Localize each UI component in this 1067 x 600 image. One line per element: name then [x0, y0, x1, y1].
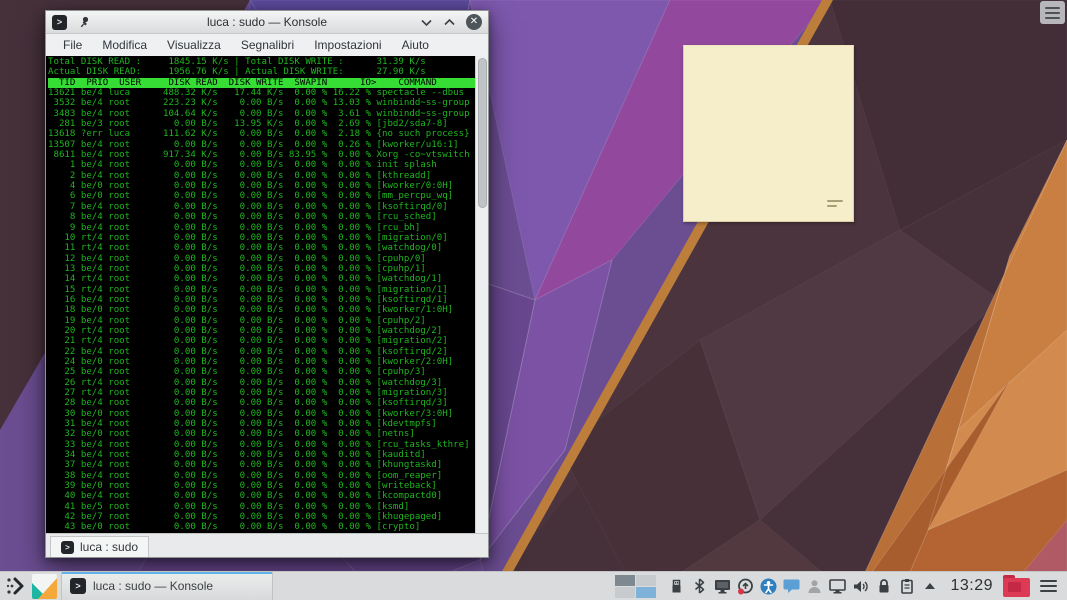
- terminal-process-row: 15 rt/4 root 0.00 B/s 0.00 B/s 0.00 % 0.…: [48, 284, 448, 295]
- terminal-process-row: 22 be/4 root 0.00 B/s 0.00 B/s 0.00 % 0.…: [48, 346, 448, 357]
- terminal-process-row: 13618 ?err luca 111.62 K/s 0.00 B/s 0.00…: [48, 129, 470, 140]
- user-idle-icon[interactable]: [806, 578, 823, 595]
- maximize-chevron-icon[interactable]: [443, 18, 456, 27]
- panel: > luca : sudo — Konsole 13:29: [0, 571, 1067, 600]
- terminal-process-row: 18 be/0 root 0.00 B/s 0.00 B/s 0.00 % 0.…: [48, 305, 454, 316]
- terminal-area[interactable]: Total DISK READ : 1845.15 K/s | Total DI…: [46, 56, 488, 533]
- sticky-note-widget[interactable]: [683, 45, 854, 222]
- terminal-header-line: TID PRIO USER DISK READ DISK WRITE SWAPI…: [48, 77, 475, 89]
- red-folder-icon[interactable]: [1003, 575, 1030, 597]
- terminal-process-row: 8 be/4 root 0.00 B/s 0.00 B/s 0.00 % 0.0…: [48, 212, 437, 223]
- terminal-summary-line: Total DISK READ : 1845.15 K/s | Total DI…: [48, 57, 426, 67]
- terminal-process-row: 16 be/4 root 0.00 B/s 0.00 B/s 0.00 % 0.…: [48, 294, 448, 305]
- terminal-process-row: 42 be/7 root 0.00 B/s 0.00 B/s 0.00 % 0.…: [48, 512, 443, 523]
- desktop-toolbox-icon[interactable]: [1040, 1, 1065, 24]
- terminal-process-row: 32 be/0 root 0.00 B/s 0.00 B/s 0.00 % 0.…: [48, 429, 415, 440]
- terminal-summary-line: Actual DISK READ: 1956.76 K/s | Actual D…: [48, 67, 426, 78]
- scrollbar-thumb[interactable]: [478, 58, 487, 208]
- task-konsole-icon: >: [70, 578, 86, 594]
- tab-luca-sudo[interactable]: > luca : sudo: [50, 536, 150, 557]
- menubar: File Modifica Visualizza Segnalibri Impo…: [46, 34, 488, 56]
- tab-label: luca : sudo: [80, 540, 139, 554]
- terminal-process-row: 1 be/4 root 0.00 B/s 0.00 B/s 0.00 % 0.0…: [48, 160, 437, 171]
- terminal-scrollbar[interactable]: [475, 56, 488, 533]
- volume-icon[interactable]: [852, 578, 869, 595]
- terminal-process-row: 21 rt/4 root 0.00 B/s 0.00 B/s 0.00 % 0.…: [48, 336, 448, 347]
- terminal-process-row: 13621 be/4 luca 488.32 K/s 17.44 K/s 0.0…: [48, 88, 465, 99]
- menu-modifica[interactable]: Modifica: [93, 36, 156, 54]
- terminal-process-row: 11 rt/4 root 0.00 B/s 0.00 B/s 0.00 % 0.…: [48, 243, 443, 254]
- terminal-process-row: 3483 be/4 root 104.64 K/s 0.00 B/s 0.00 …: [48, 108, 470, 119]
- panel-menu-icon[interactable]: [1040, 577, 1057, 595]
- update-notifier-icon[interactable]: [737, 578, 754, 595]
- terminal-process-row: 3532 be/4 root 223.23 K/s 0.00 B/s 0.00 …: [48, 98, 470, 109]
- clipboard-icon[interactable]: [898, 578, 915, 595]
- tab-konsole-icon: >: [61, 540, 74, 554]
- bluetooth-icon[interactable]: [691, 578, 708, 595]
- terminal-process-row: 13507 be/4 root 0.00 B/s 0.00 B/s 0.00 %…: [48, 139, 459, 150]
- terminal-output: Total DISK READ : 1845.15 K/s | Total DI…: [48, 57, 475, 533]
- terminal-process-row: 24 be/0 root 0.00 B/s 0.00 B/s 0.00 % 0.…: [48, 356, 454, 367]
- virtual-desktop-pager[interactable]: [615, 574, 657, 598]
- expand-tray-icon[interactable]: [921, 578, 938, 595]
- accessibility-icon[interactable]: [760, 578, 777, 595]
- terminal-process-row: 12 be/4 root 0.00 B/s 0.00 B/s 0.00 % 0.…: [48, 253, 426, 264]
- terminal-process-row: 13 be/4 root 0.00 B/s 0.00 B/s 0.00 % 0.…: [48, 263, 426, 274]
- app-launcher-icon[interactable]: [3, 573, 29, 599]
- tab-bar: > luca : sudo: [46, 533, 488, 557]
- terminal-process-row: 7 be/4 root 0.00 B/s 0.00 B/s 0.00 % 0.0…: [48, 201, 448, 212]
- terminal-process-row: 30 be/0 root 0.00 B/s 0.00 B/s 0.00 % 0.…: [48, 408, 454, 419]
- terminal-process-row: 9 be/4 root 0.00 B/s 0.00 B/s 0.00 % 0.0…: [48, 222, 421, 233]
- panel-clock[interactable]: 13:29: [950, 577, 993, 595]
- terminal-process-row: 39 be/0 root 0.00 B/s 0.00 B/s 0.00 % 0.…: [48, 481, 437, 492]
- close-icon[interactable]: ✕: [466, 14, 482, 30]
- menu-segnalibri[interactable]: Segnalibri: [232, 36, 303, 54]
- terminal-process-row: 41 be/5 root 0.00 B/s 0.00 B/s 0.00 % 0.…: [48, 501, 410, 512]
- lock-icon[interactable]: [875, 578, 892, 595]
- terminal-process-row: 43 be/0 root 0.00 B/s 0.00 B/s 0.00 % 0.…: [48, 522, 421, 533]
- terminal-process-row: 20 rt/4 root 0.00 B/s 0.00 B/s 0.00 % 0.…: [48, 325, 443, 336]
- menu-visualizza[interactable]: Visualizza: [158, 36, 230, 54]
- terminal-process-row: 28 be/4 root 0.00 B/s 0.00 B/s 0.00 % 0.…: [48, 398, 448, 409]
- terminal-process-row: 10 rt/4 root 0.00 B/s 0.00 B/s 0.00 % 0.…: [48, 232, 448, 243]
- konsole-window: > luca : sudo — Konsole ✕ File Modifica …: [45, 10, 489, 558]
- screen-share-icon[interactable]: [714, 578, 731, 595]
- terminal-process-row: 38 be/4 root 0.00 B/s 0.00 B/s 0.00 % 0.…: [48, 470, 443, 481]
- menu-file[interactable]: File: [54, 36, 91, 54]
- display-icon[interactable]: [829, 578, 847, 595]
- menu-impostazioni[interactable]: Impostazioni: [305, 36, 390, 54]
- terminal-process-row: 19 be/4 root 0.00 B/s 0.00 B/s 0.00 % 0.…: [48, 315, 426, 326]
- terminal-process-row: 14 rt/4 root 0.00 B/s 0.00 B/s 0.00 % 0.…: [48, 274, 443, 285]
- messages-icon[interactable]: [783, 578, 800, 595]
- terminal-process-row: 6 be/0 root 0.00 B/s 0.00 B/s 0.00 % 0.0…: [48, 191, 454, 202]
- task-label: luca : sudo — Konsole: [93, 579, 214, 593]
- terminal-process-row: 37 be/4 root 0.00 B/s 0.00 B/s 0.00 % 0.…: [48, 460, 443, 471]
- system-tray: 13:29: [615, 574, 1067, 598]
- terminal-process-row: 8611 be/4 root 917.34 K/s 0.00 B/s 83.95…: [48, 150, 470, 161]
- terminal-process-row: 281 be/3 root 0.00 B/s 13.95 K/s 0.00 % …: [48, 119, 448, 130]
- minimize-chevron-icon[interactable]: [420, 18, 433, 27]
- terminal-process-row: 33 be/4 root 0.00 B/s 0.00 B/s 0.00 % 0.…: [48, 439, 470, 450]
- titlebar[interactable]: > luca : sudo — Konsole ✕: [46, 11, 488, 34]
- note-resize-handle-icon[interactable]: [827, 197, 843, 213]
- menu-aiuto[interactable]: Aiuto: [393, 36, 438, 54]
- terminal-process-row: 25 be/4 root 0.00 B/s 0.00 B/s 0.00 % 0.…: [48, 367, 426, 378]
- terminal-process-row: 31 be/4 root 0.00 B/s 0.00 B/s 0.00 % 0.…: [48, 419, 437, 430]
- kde-app-icon[interactable]: [32, 573, 57, 599]
- terminal-process-row: 4 be/0 root 0.00 B/s 0.00 B/s 0.00 % 0.0…: [48, 181, 454, 192]
- device-notifier-icon[interactable]: [668, 578, 685, 595]
- terminal-process-row: 27 rt/4 root 0.00 B/s 0.00 B/s 0.00 % 0.…: [48, 388, 448, 398]
- terminal-process-row: 40 be/4 root 0.00 B/s 0.00 B/s 0.00 % 0.…: [48, 491, 443, 502]
- terminal-process-row: 34 be/4 root 0.00 B/s 0.00 B/s 0.00 % 0.…: [48, 450, 426, 461]
- terminal-process-row: 2 be/4 root 0.00 B/s 0.00 B/s 0.00 % 0.0…: [48, 170, 432, 181]
- taskbar-task-konsole[interactable]: > luca : sudo — Konsole: [61, 571, 273, 600]
- terminal-process-row: 26 rt/4 root 0.00 B/s 0.00 B/s 0.00 % 0.…: [48, 377, 443, 388]
- desktop: > luca : sudo — Konsole ✕ File Modifica …: [0, 0, 1067, 600]
